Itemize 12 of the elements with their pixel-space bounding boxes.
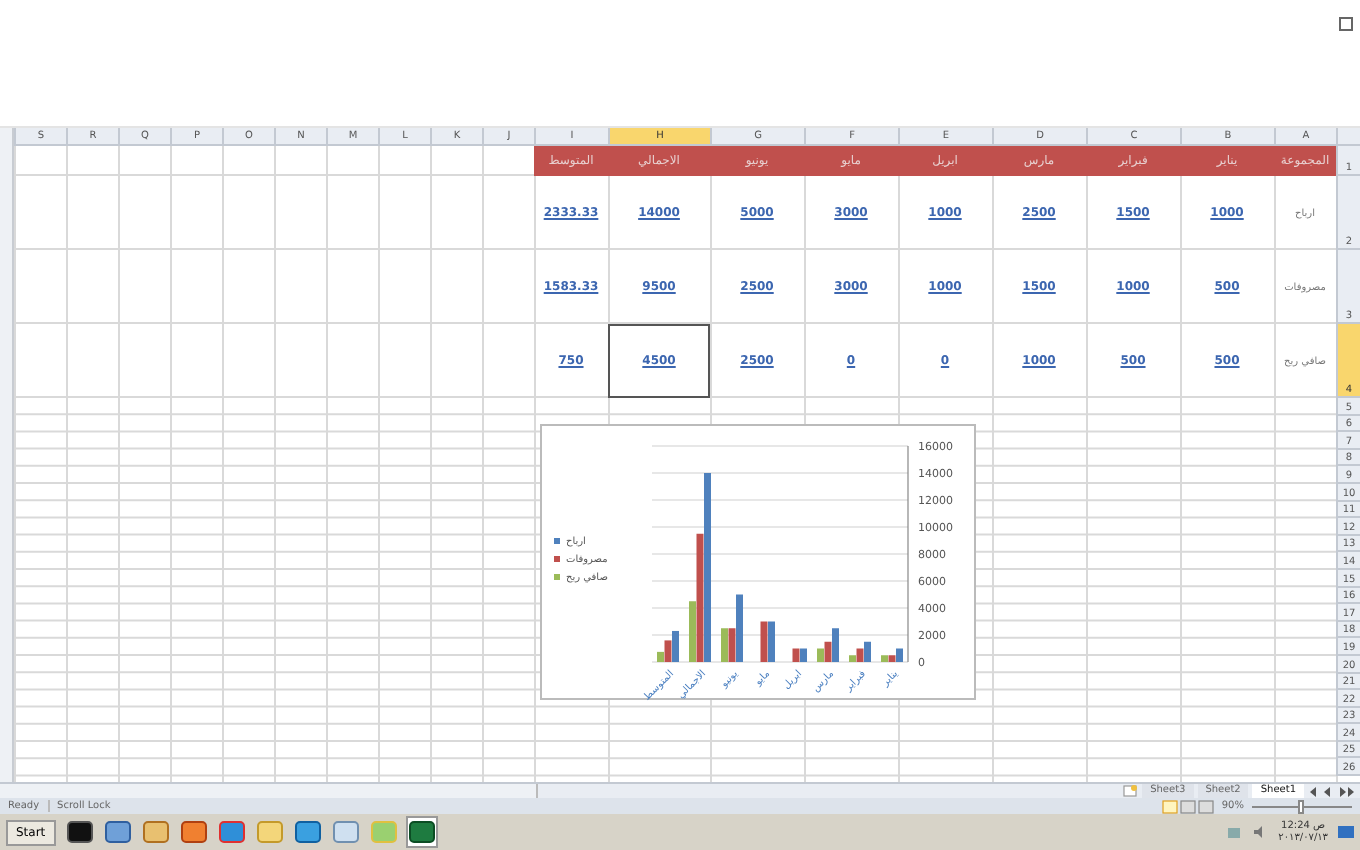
- legend-swatch: [554, 556, 560, 562]
- show-desktop-icon[interactable]: [1338, 824, 1354, 840]
- sheet-navigation-icon[interactable]: [1308, 785, 1356, 797]
- zoom-slider[interactable]: [1252, 799, 1352, 813]
- legend-swatch: [554, 574, 560, 580]
- restore-icon[interactable]: [1338, 16, 1354, 32]
- select-all-button[interactable]: [1336, 128, 1360, 146]
- vertical-scrollbar[interactable]: [0, 128, 14, 782]
- legend-swatch: [554, 538, 560, 544]
- horizontal-scrollbar[interactable]: [0, 784, 538, 798]
- new-sheet-icon[interactable]: [1122, 784, 1139, 798]
- view-buttons-icon[interactable]: [1161, 799, 1214, 813]
